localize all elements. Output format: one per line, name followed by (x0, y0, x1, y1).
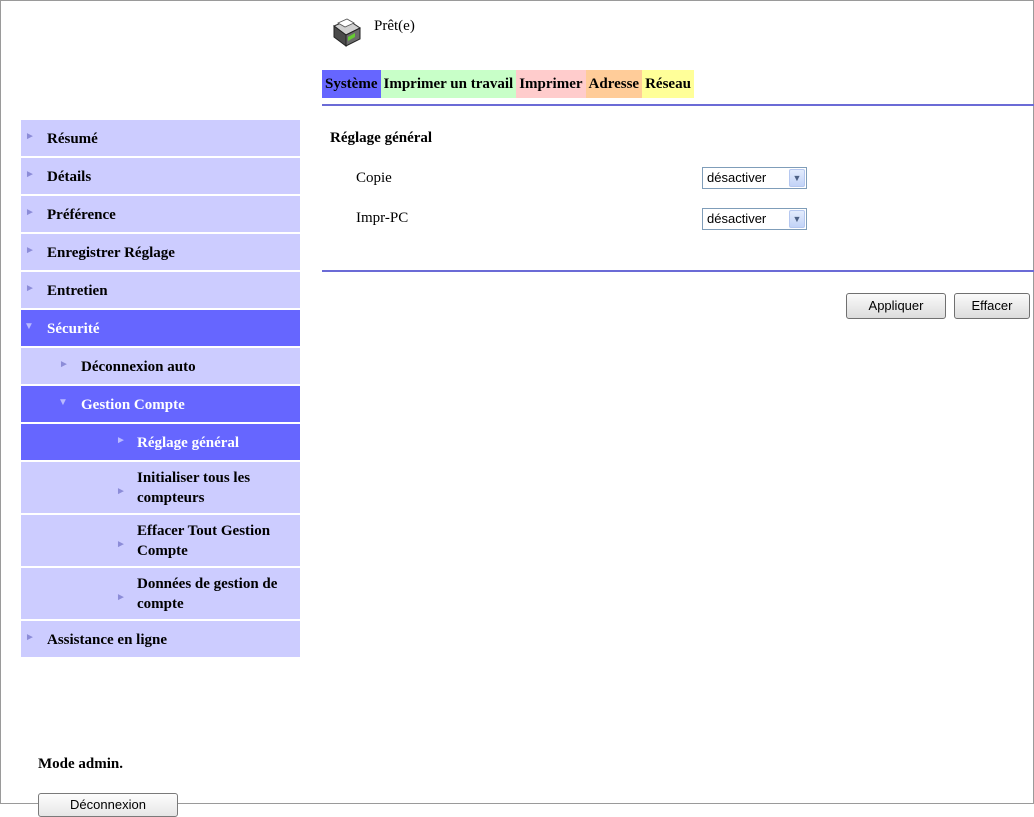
sidebar-item-gestion-compte[interactable]: ▼ Gestion Compte (21, 386, 300, 424)
sidebar-item-reglage-general[interactable]: ► Réglage général (21, 424, 300, 462)
sidebar: ► Résumé ► Détails ► Préférence ► Enregi… (21, 120, 300, 659)
sidebar-item-donnees-gestion-compte[interactable]: ► Données de gestion de compte (21, 568, 300, 621)
tab-imprimer-un-travail[interactable]: Imprimer un travail (380, 70, 517, 98)
arrow-right-icon: ► (25, 245, 35, 256)
arrow-right-icon: ► (116, 592, 126, 603)
sidebar-item-entretien[interactable]: ► Entretien (21, 272, 300, 310)
arrow-down-icon: ▼ (24, 321, 34, 332)
arrow-right-icon: ► (116, 486, 126, 497)
tab-reseau[interactable]: Réseau (642, 70, 694, 98)
main-tabs: Système Imprimer un travail Imprimer Adr… (322, 70, 694, 98)
sidebar-item-effacer-tout-gestion-compte[interactable]: ► Effacer Tout Gestion Compte (21, 515, 300, 568)
sidebar-item-resume[interactable]: ► Résumé (21, 120, 300, 158)
apply-button[interactable]: Appliquer (846, 293, 946, 319)
copie-label: Copie (356, 170, 392, 186)
tab-systeme[interactable]: Système (322, 70, 381, 98)
impr-pc-label: Impr-PC (356, 210, 409, 226)
arrow-right-icon: ► (25, 169, 35, 180)
copie-select-value: désactiver (707, 170, 767, 185)
arrow-right-icon: ► (116, 435, 126, 446)
arrow-right-icon: ► (25, 207, 35, 218)
tab-imprimer[interactable]: Imprimer (516, 70, 586, 98)
chevron-down-icon[interactable]: ▼ (789, 169, 805, 187)
chevron-down-icon[interactable]: ▼ (789, 210, 805, 228)
arrow-right-icon: ► (25, 632, 35, 643)
arrow-right-icon: ► (59, 359, 69, 370)
form-divider (322, 270, 1034, 272)
sidebar-item-assistance-en-ligne[interactable]: ► Assistance en ligne (21, 621, 300, 659)
arrow-down-icon: ▼ (58, 397, 68, 408)
tab-divider (322, 104, 1034, 106)
sidebar-item-deconnexion-auto[interactable]: ► Déconnexion auto (21, 348, 300, 386)
sidebar-item-details[interactable]: ► Détails (21, 158, 300, 196)
page-title: Réglage général (330, 130, 433, 146)
logout-button[interactable]: Déconnexion (38, 793, 178, 817)
sidebar-item-enregistrer-reglage[interactable]: ► Enregistrer Réglage (21, 234, 300, 272)
sidebar-item-preference[interactable]: ► Préférence (21, 196, 300, 234)
copie-select[interactable]: désactiver ▼ (702, 167, 807, 189)
tab-adresse[interactable]: Adresse (585, 70, 643, 98)
arrow-right-icon: ► (25, 131, 35, 142)
impr-pc-select-value: désactiver (707, 211, 767, 226)
clear-button[interactable]: Effacer (954, 293, 1030, 319)
status-text: Prêt(e) (374, 18, 415, 34)
arrow-right-icon: ► (116, 539, 126, 550)
sidebar-item-securite[interactable]: ▼ Sécurité (21, 310, 300, 348)
sidebar-item-initialiser-compteurs[interactable]: ► Initialiser tous les compteurs (21, 462, 300, 515)
printer-icon (333, 18, 361, 47)
admin-mode-label: Mode admin. (38, 756, 124, 772)
arrow-right-icon: ► (25, 283, 35, 294)
impr-pc-select[interactable]: désactiver ▼ (702, 208, 807, 230)
